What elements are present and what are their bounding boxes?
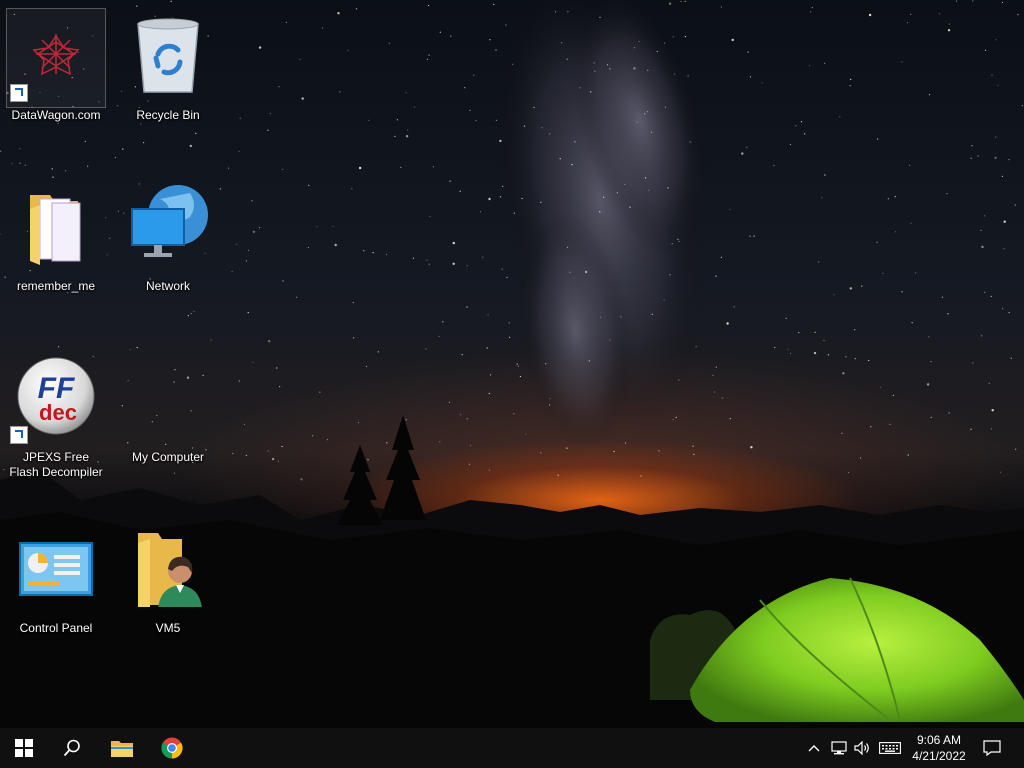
chrome-button[interactable] (148, 728, 196, 768)
control-panel-icon (19, 542, 93, 596)
taskbar: 9:06 AM 4/21/2022 (0, 728, 1024, 768)
desktop-icon-datawagon[interactable]: DataWagon.com (6, 8, 106, 128)
desktop-icon-label: Control Panel (19, 621, 93, 635)
clock[interactable]: 9:06 AM 4/21/2022 (905, 732, 973, 764)
clock-time: 9:06 AM (916, 733, 962, 747)
search-icon (63, 739, 80, 757)
notification-icon (983, 740, 1001, 756)
chrome-icon (161, 737, 183, 759)
desktop-icon-label: My Computer (131, 450, 205, 464)
action-center-button[interactable] (978, 728, 1006, 768)
desktop-icon-my-computer[interactable]: My Computer (120, 350, 216, 470)
desktop-icon-control-panel[interactable]: Control Panel (8, 521, 104, 641)
volume-icon (854, 741, 869, 755)
start-button[interactable] (0, 728, 48, 768)
network-tray-button[interactable] (828, 728, 850, 768)
desktop-icon-label: Recycle Bin (136, 108, 200, 122)
show-hidden-icons-button[interactable] (804, 728, 824, 768)
chevron-up-icon (808, 745, 820, 752)
desktop-icon-vm5[interactable]: VM5 (120, 521, 216, 641)
desktop-icon-label: JPEXS Free Flash Decompiler (9, 450, 103, 479)
desktop-icon-remember-me[interactable]: remember_me (8, 179, 104, 299)
desktop-icon-label: remember_me (16, 279, 96, 293)
desktop-icon-recycle-bin[interactable]: Recycle Bin (120, 8, 216, 128)
file-explorer-button[interactable] (98, 728, 146, 768)
desktop-icon-network[interactable]: Network (120, 179, 216, 299)
desktop-icon-label: VM5 (155, 621, 181, 635)
windows-logo-icon (15, 739, 33, 757)
datawagon-icon (32, 34, 80, 76)
desktop-icon-ffdec[interactable]: FF dec JPEXS Free Flash Decompiler (8, 350, 104, 479)
touch-keyboard-button[interactable] (877, 728, 903, 768)
user-folder-icon (138, 533, 202, 607)
shortcut-arrow-icon (10, 84, 28, 102)
shortcut-arrow-icon (10, 426, 28, 444)
recycle-bin-icon (137, 18, 199, 93)
volume-tray-button[interactable] (852, 728, 874, 768)
clock-date: 4/21/2022 (912, 749, 966, 763)
ffdec-art-bottom: dec (39, 400, 77, 425)
keyboard-icon (879, 742, 901, 754)
desktop-icon-label: Network (145, 279, 190, 293)
network-icon (831, 741, 847, 755)
folder-icon (30, 195, 81, 265)
search-button[interactable] (48, 728, 96, 768)
network-icon (131, 185, 208, 257)
ffdec-icon: FF dec (17, 357, 95, 435)
desktop-icon-label: DataWagon.com (11, 108, 101, 122)
folder-icon (111, 741, 133, 757)
